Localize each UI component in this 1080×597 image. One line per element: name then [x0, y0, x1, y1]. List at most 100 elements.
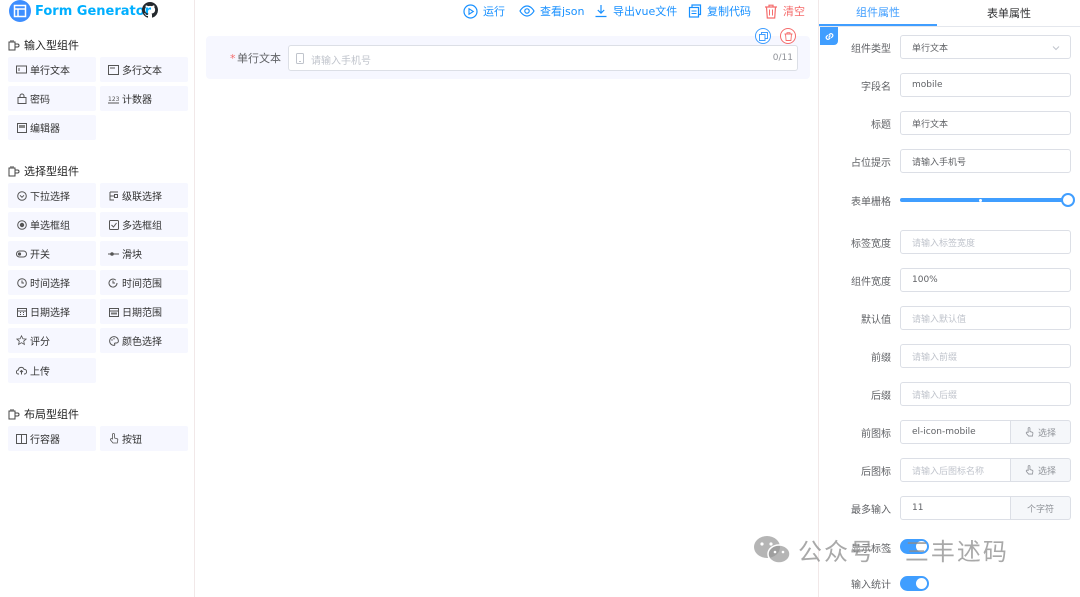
comp-row[interactable]: 行容器 [8, 426, 96, 451]
copy-document-icon [688, 4, 702, 18]
play-icon [463, 3, 478, 19]
comp-textarea[interactable]: 多行文本 [100, 57, 188, 82]
download-icon [595, 5, 607, 18]
lock-icon [16, 93, 27, 104]
label-width-input[interactable]: 请输入标签宽度 [900, 230, 1071, 254]
logo[interactable]: Form Generator [9, 0, 151, 22]
cascader-icon [108, 190, 119, 201]
component-group-icon [8, 409, 20, 420]
copy-item-button[interactable] [755, 28, 771, 44]
select-icon [16, 190, 27, 201]
comp-radio[interactable]: 单选框组 [8, 212, 96, 237]
watermark: 公众号 · 三丰述码 [752, 532, 1009, 567]
grid-slider-track[interactable] [900, 198, 1069, 202]
prefix-icon-select-button[interactable]: 选择 [1011, 420, 1071, 444]
label-label-width: 标签宽度 [851, 239, 891, 250]
github-icon[interactable] [142, 2, 159, 21]
component-panel: Form Generator 输入型组件 单行文本 多行文本 密码 123 计数器… [0, 0, 195, 597]
label-default-value: 默认值 [861, 315, 891, 326]
form-item-label: 单行文本 [237, 52, 281, 65]
date-range-icon [108, 306, 119, 317]
copy-icon [758, 31, 768, 41]
placeholder-input[interactable]: 请输入手机号 [900, 149, 1071, 173]
comp-rate[interactable]: 评分 [8, 328, 96, 353]
title-input[interactable]: 单行文本 [900, 111, 1071, 135]
group-title-layout: 布局型组件 [8, 406, 79, 422]
label-grid-span: 表单栅格 [851, 197, 891, 208]
eye-icon [519, 5, 535, 17]
label-field-name: 字段名 [861, 82, 891, 93]
field-name-input[interactable]: mobile [900, 73, 1071, 97]
label-suffix: 后缀 [871, 391, 891, 402]
calendar-icon [16, 306, 27, 317]
comp-number[interactable]: 123 计数器 [100, 86, 188, 111]
prefix-input[interactable]: 请输入前缀 [900, 344, 1071, 368]
comp-checkbox[interactable]: 多选框组 [100, 212, 188, 237]
logo-icon [9, 0, 31, 22]
comp-editor[interactable]: 编辑器 [8, 115, 96, 140]
star-icon [16, 335, 27, 346]
delete-item-button[interactable] [780, 28, 796, 44]
maxlength-unit: 个字符 [1011, 496, 1071, 520]
group-title-select: 选择型组件 [8, 163, 79, 179]
upload-cloud-icon [16, 365, 27, 376]
comp-color[interactable]: 颜色选择 [100, 328, 188, 353]
time-range-icon [108, 277, 119, 288]
grid-slider-handle[interactable] [1061, 193, 1075, 207]
label-component-type: 组件类型 [851, 44, 891, 55]
run-button[interactable]: 运行 [463, 3, 505, 19]
comp-password[interactable]: 密码 [8, 86, 96, 111]
prefix-icon-input[interactable]: el-icon-mobile [900, 420, 1011, 444]
grid-slider-stop [979, 199, 982, 202]
label-prefix: 前缀 [871, 353, 891, 364]
comp-upload[interactable]: 上传 [8, 358, 96, 383]
pointer-icon [108, 433, 119, 444]
tab-component-props[interactable]: 组件属性 [819, 0, 937, 26]
component-type-select[interactable]: 单行文本 [900, 35, 1071, 59]
comp-button[interactable]: 按钮 [100, 426, 188, 451]
default-value-input[interactable]: 请输入默认值 [900, 306, 1071, 330]
palette-icon [108, 335, 119, 346]
tab-divider [819, 26, 1080, 27]
comp-time[interactable]: 时间选择 [8, 270, 96, 295]
clear-button[interactable]: 清空 [764, 3, 805, 19]
label-suffix-icon: 后图标 [861, 467, 891, 478]
export-vue-button[interactable]: 导出vue文件 [594, 3, 677, 19]
show-count-switch[interactable] [900, 576, 929, 591]
label-prefix-icon: 前图标 [861, 429, 891, 440]
pointer-icon [1025, 427, 1034, 437]
comp-select[interactable]: 下拉选择 [8, 183, 96, 208]
required-mark: * [230, 52, 236, 65]
suffix-icon-select-button[interactable]: 选择 [1011, 458, 1071, 482]
comp-input[interactable]: 单行文本 [8, 57, 96, 82]
radio-icon [16, 219, 27, 230]
editor-icon [16, 122, 27, 133]
delete-icon [784, 31, 792, 41]
mobile-icon [296, 53, 304, 67]
counter-icon: 123 [108, 93, 119, 104]
mobile-input[interactable]: 请输入手机号 0/11 [288, 45, 798, 71]
component-group-icon [8, 166, 20, 177]
properties-panel: 组件属性 表单属性 组件类型 单行文本 字段名 mobile 标题 单行文本 占… [818, 0, 1080, 597]
label-title: 标题 [871, 120, 891, 131]
comp-cascader[interactable]: 级联选择 [100, 183, 188, 208]
suffix-input[interactable]: 请输入后缀 [900, 382, 1071, 406]
comp-time-range[interactable]: 时间范围 [100, 270, 188, 295]
app-title: Form Generator [35, 3, 152, 19]
svg-text:123: 123 [108, 96, 119, 103]
suffix-icon-input[interactable]: 请输入后图标名称 [900, 458, 1011, 482]
input-placeholder: 请输入手机号 [311, 56, 371, 67]
checkbox-icon [108, 219, 119, 230]
comp-slider[interactable]: 滑块 [100, 241, 188, 266]
view-json-button[interactable]: 查看json [519, 3, 585, 19]
comp-date-range[interactable]: 日期范围 [100, 299, 188, 324]
maxlength-input[interactable]: 11 [900, 496, 1011, 520]
trash-icon [765, 4, 777, 19]
comp-switch[interactable]: 开关 [8, 241, 96, 266]
component-width-input[interactable]: 100% [900, 268, 1071, 292]
input-icon [16, 64, 27, 75]
label-maxlength: 最多输入 [851, 505, 891, 516]
tab-form-props[interactable]: 表单属性 [937, 0, 1080, 26]
comp-date[interactable]: 日期选择 [8, 299, 96, 324]
copy-code-button[interactable]: 复制代码 [688, 3, 751, 19]
